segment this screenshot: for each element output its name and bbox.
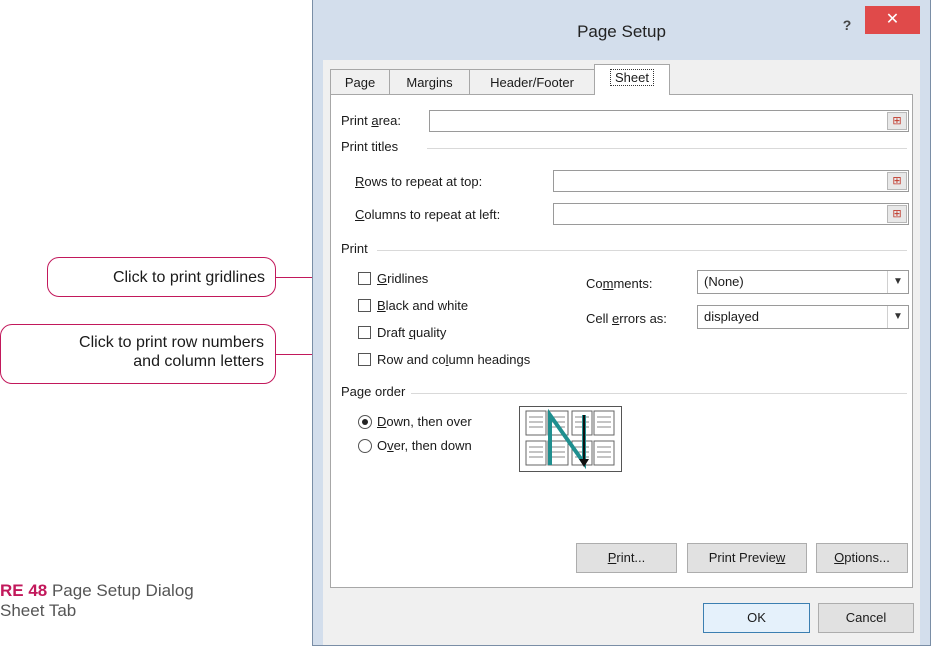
row-column-headings-label: Row and column headings <box>377 352 531 367</box>
print-area-label: Print area: <box>341 113 401 128</box>
comments-label: Comments: <box>586 276 653 291</box>
callout-headings-line2: and column letters <box>133 353 264 370</box>
callout-headings-line1: Click to print row numbers <box>79 334 264 351</box>
print-area-input[interactable] <box>429 110 909 132</box>
tab-margins[interactable]: Margins <box>389 69 470 94</box>
print-button[interactable]: Print... <box>576 543 677 573</box>
figure-caption-line2: Sheet Tab <box>0 601 77 620</box>
draft-quality-checkbox[interactable] <box>358 326 371 339</box>
ok-button[interactable]: OK <box>703 603 810 633</box>
tab-sheet-label: Sheet <box>610 69 654 86</box>
cell-errors-select[interactable]: displayed ▼ <box>697 305 909 329</box>
black-white-checkbox[interactable] <box>358 299 371 312</box>
sheet-panel: Print area: ⊞ Print titles Rows to repea… <box>330 94 913 588</box>
print-titles-divider <box>427 148 907 149</box>
callout-headings: Click to print row numbers and column le… <box>0 324 276 384</box>
page-order-heading: Page order <box>341 384 406 399</box>
gridlines-checkbox[interactable] <box>358 272 371 285</box>
cell-errors-value: displayed <box>704 309 759 324</box>
cancel-button[interactable]: Cancel <box>818 603 914 633</box>
page-setup-dialog: Page Setup ? ✕ Page Margins Header/Foote… <box>312 0 931 646</box>
frame-right <box>920 60 930 645</box>
figure-caption-text: Page Setup Dialog <box>47 581 194 600</box>
chevron-down-icon: ▼ <box>887 271 908 293</box>
columns-repeat-input[interactable] <box>553 203 909 225</box>
cell-errors-label: Cell errors as: <box>586 311 667 326</box>
down-then-over-label: Down, then over <box>377 414 472 429</box>
rows-repeat-label: Rows to repeat at top: <box>355 174 483 189</box>
callout-gridlines: Click to print gridlines <box>47 257 276 297</box>
chevron-down-icon: ▼ <box>887 306 908 328</box>
tab-header-footer[interactable]: Header/Footer <box>469 69 595 94</box>
tab-header-footer-label: Header/Footer <box>490 75 574 90</box>
tab-page[interactable]: Page <box>330 69 390 94</box>
options-button[interactable]: Options... <box>816 543 908 573</box>
rows-repeat-input[interactable] <box>553 170 909 192</box>
callout-gridlines-text: Click to print gridlines <box>112 269 265 286</box>
print-area-collapse-icon[interactable]: ⊞ <box>887 112 907 130</box>
tab-page-label: Page <box>344 75 376 90</box>
figure-caption: RE 48 Page Setup Dialog Sheet Tab <box>0 581 194 621</box>
print-divider <box>377 250 907 251</box>
page-order-preview-icon <box>519 406 622 472</box>
over-then-down-label: Over, then down <box>377 438 472 453</box>
columns-repeat-label: Columns to repeat at left: <box>355 207 501 222</box>
over-then-down-radio[interactable] <box>358 439 372 453</box>
close-button[interactable]: ✕ <box>865 6 920 34</box>
print-heading: Print <box>341 241 368 256</box>
comments-select[interactable]: (None) ▼ <box>697 270 909 294</box>
comments-value: (None) <box>704 274 744 289</box>
page-order-divider <box>411 393 907 394</box>
draft-quality-label: Draft quality <box>377 325 447 340</box>
rows-repeat-collapse-icon[interactable]: ⊞ <box>887 172 907 190</box>
tab-sheet[interactable]: Sheet <box>594 64 670 95</box>
help-button[interactable]: ? <box>833 14 861 36</box>
print-preview-button[interactable]: Print Preview <box>687 543 807 573</box>
title-bar[interactable]: Page Setup ? ✕ <box>313 0 930 60</box>
page-order-diagram <box>525 408 615 470</box>
figure-number: RE 48 <box>0 581 48 600</box>
down-then-over-radio[interactable] <box>358 415 372 429</box>
gridlines-label: Gridlines <box>377 271 429 286</box>
black-white-label: Black and white <box>377 298 469 313</box>
row-column-headings-checkbox[interactable] <box>358 353 371 366</box>
frame-left <box>313 60 323 645</box>
print-titles-heading: Print titles <box>341 139 399 154</box>
columns-repeat-collapse-icon[interactable]: ⊞ <box>887 205 907 223</box>
tab-margins-label: Margins <box>406 75 453 90</box>
